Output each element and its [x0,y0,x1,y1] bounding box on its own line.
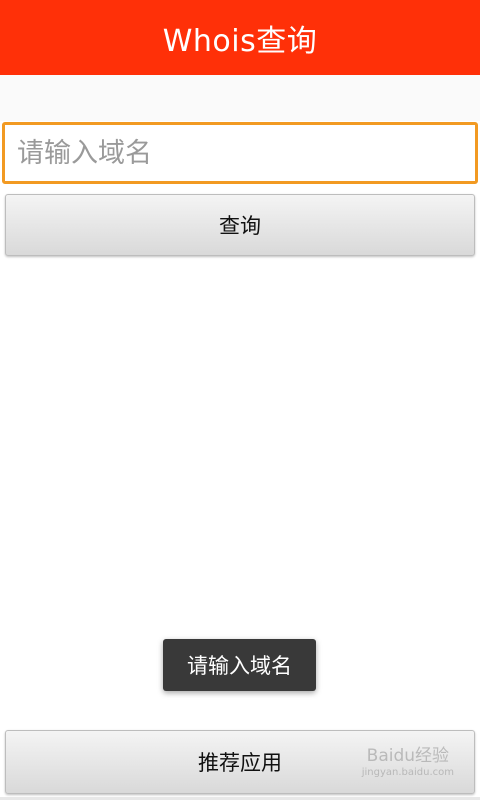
query-button-label: 查询 [219,214,261,238]
app-screen: Whois查询 查询 请输入域名 推荐应用 Baidu经验 jingyan.ba… [0,0,480,800]
domain-input[interactable] [2,122,478,184]
toast-message: 请输入域名 [163,639,316,691]
query-button[interactable]: 查询 [5,194,475,256]
header-spacer [0,75,480,121]
recommend-apps-button[interactable]: 推荐应用 [5,730,475,794]
toast-text: 请输入域名 [187,654,292,678]
app-title: Whois查询 [162,23,318,59]
title-bar: Whois查询 [0,0,480,75]
recommend-button-label: 推荐应用 [198,751,282,775]
